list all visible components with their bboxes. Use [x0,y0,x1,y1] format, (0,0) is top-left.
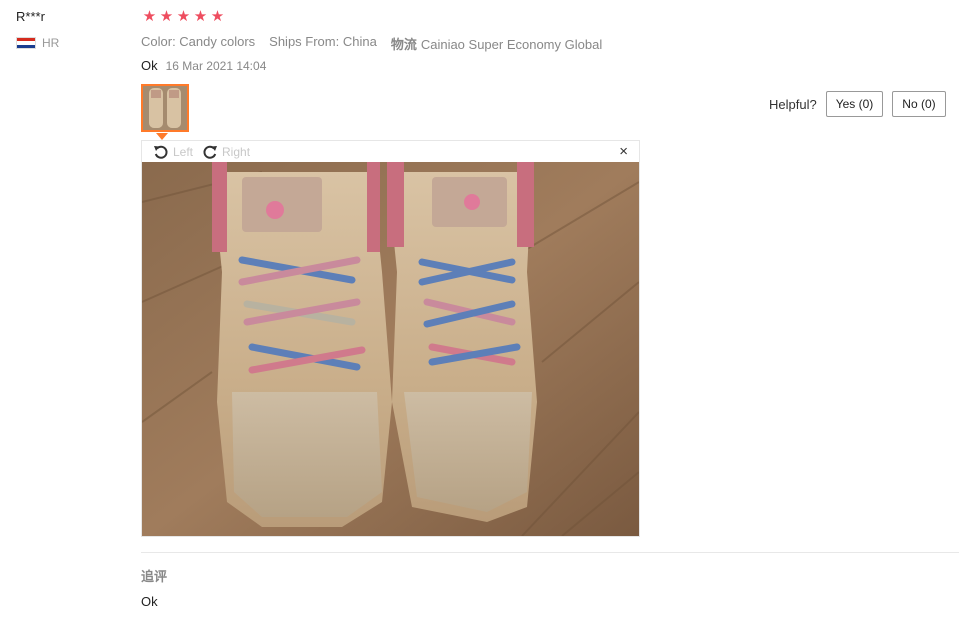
right-shoe [387,162,537,522]
sneakers-photo [142,162,639,536]
star-icon: ★ [193,8,208,25]
star-icon: ★ [210,8,225,25]
logistics-label: 物流 [390,37,417,52]
country-code: HR [42,36,60,50]
star-rating: ★ ★ ★ ★ ★ [142,9,225,25]
star-icon: ★ [176,8,191,25]
viewer-toolbar: Left Right × [142,141,639,162]
review-date: 16 Mar 2021 14:04 [165,59,267,73]
left-shoe [212,162,392,527]
rotate-left-label: Left [173,144,194,159]
followup-divider [141,552,959,553]
close-icon[interactable]: × [619,143,628,160]
rotate-left-button[interactable]: Left [153,144,193,160]
helpful-no-button[interactable]: No (0) [892,91,946,117]
star-icon: ★ [142,8,157,25]
rotate-right-label: Right [222,144,251,159]
logistics-name: Cainiao Super Economy Global [420,37,603,52]
review-photo-thumbnail[interactable] [141,84,189,132]
helpful-label: Helpful? [769,96,817,112]
followup-label: 追评 [141,569,168,584]
review-attributes: Color: Candy colors Ships From: China 物流… [141,34,602,53]
thumbnail-pointer [156,133,168,140]
reviewer-country: HR [16,36,59,50]
ships-from: Ships From: China [269,34,377,49]
helpful-section: Helpful? Yes (0) No (0) [769,91,946,117]
color-attribute: Color: Candy colors [141,34,256,49]
rotate-right-button[interactable]: Right [202,144,250,160]
review-body: Ok 16 Mar 2021 14:04 [141,58,266,73]
croatia-flag-icon [16,37,36,49]
followup-text: Ok [141,594,158,609]
review-text: Ok [141,58,158,73]
rotate-right-icon [203,145,218,159]
logistics-info: 物流 Cainiao Super Economy Global [391,34,602,53]
star-icon: ★ [159,8,174,25]
helpful-yes-button[interactable]: Yes (0) [825,91,884,117]
rotate-left-icon [154,145,168,159]
shoes-thumbnail-image [143,86,187,130]
review-photo [142,162,639,536]
photo-viewer: Left Right × [141,140,640,537]
reviewer-name: R***r [16,9,45,24]
